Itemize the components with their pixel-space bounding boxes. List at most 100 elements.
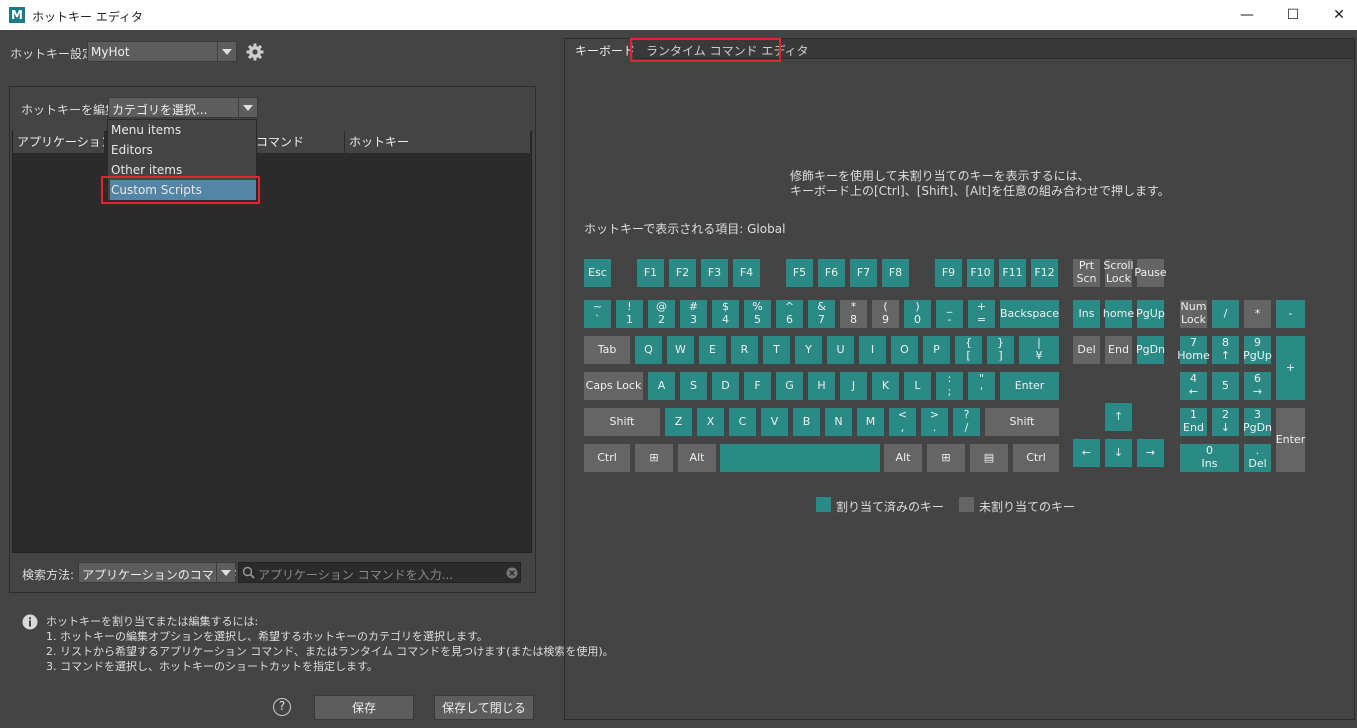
save-button[interactable]: 保存 — [314, 695, 414, 720]
key-kp8[interactable]: 8 ↑ — [1212, 336, 1239, 364]
key-pgup[interactable]: PgUp — [1136, 300, 1165, 328]
key-f8[interactable]: F8 — [882, 259, 909, 287]
key-n9[interactable]: ( 9 — [872, 300, 899, 328]
key-kpplus[interactable]: + — [1276, 336, 1305, 400]
key-k[interactable]: K — [872, 372, 899, 400]
key-scrolllock[interactable]: Scroll Lock — [1103, 259, 1134, 287]
key-kp5[interactable]: 5 — [1212, 372, 1239, 400]
key-n3[interactable]: # 3 — [680, 300, 707, 328]
key-n1[interactable]: ! 1 — [616, 300, 643, 328]
key-e[interactable]: E — [699, 336, 726, 364]
key-equal[interactable]: + = — [968, 300, 995, 328]
key-semi[interactable]: : ; — [936, 372, 963, 400]
key-n8[interactable]: * 8 — [840, 300, 867, 328]
key-up[interactable]: ↑ — [1105, 403, 1132, 431]
key-o[interactable]: O — [891, 336, 918, 364]
key-rwin[interactable]: ⊞ — [927, 444, 965, 472]
key-right[interactable]: → — [1137, 439, 1164, 467]
key-f6[interactable]: F6 — [818, 259, 845, 287]
key-n[interactable]: N — [825, 408, 852, 436]
minimize-button[interactable]: — — [1224, 0, 1270, 30]
key-n0[interactable]: ) 0 — [904, 300, 931, 328]
key-kp2[interactable]: 2 ↓ — [1212, 408, 1239, 436]
key-comma[interactable]: < , — [889, 408, 916, 436]
key-x[interactable]: X — [697, 408, 724, 436]
clear-icon[interactable] — [506, 567, 518, 579]
key-kp3[interactable]: 3 PgDn — [1243, 408, 1272, 436]
key-minus[interactable]: _ - — [936, 300, 963, 328]
key-f9[interactable]: F9 — [935, 259, 962, 287]
key-u[interactable]: U — [827, 336, 854, 364]
key-f10[interactable]: F10 — [967, 259, 994, 287]
key-l[interactable]: L — [904, 372, 931, 400]
key-q[interactable]: Q — [635, 336, 662, 364]
key-z[interactable]: Z — [665, 408, 692, 436]
key-t[interactable]: T — [763, 336, 790, 364]
key-m[interactable]: M — [857, 408, 884, 436]
key-s[interactable]: S — [680, 372, 707, 400]
key-down[interactable]: ↓ — [1105, 439, 1132, 467]
key-r[interactable]: R — [731, 336, 758, 364]
hotkey-set-select[interactable]: MyHot — [87, 41, 237, 62]
key-numlock[interactable]: Num Lock — [1180, 300, 1207, 328]
key-ins[interactable]: Ins — [1073, 300, 1100, 328]
key-kpenter[interactable]: Enter — [1276, 408, 1305, 472]
gear-icon[interactable] — [245, 42, 265, 62]
key-lbrace[interactable]: { [ — [955, 336, 982, 364]
column-header-application[interactable]: アプリケーションのコ — [13, 131, 105, 153]
dropdown-item-editors[interactable]: Editors — [110, 140, 256, 160]
key-kp1[interactable]: 1 End — [1180, 408, 1207, 436]
key-a[interactable]: A — [648, 372, 675, 400]
key-j[interactable]: J — [840, 372, 867, 400]
key-backspace[interactable]: Backspace — [1000, 300, 1059, 328]
key-lshift[interactable]: Shift — [584, 408, 660, 436]
key-kpdot[interactable]: . Del — [1244, 444, 1271, 472]
column-header-command[interactable]: コマンド — [253, 131, 345, 153]
key-menu[interactable]: ▤ — [970, 444, 1008, 472]
key-lalt[interactable]: Alt — [678, 444, 716, 472]
key-prtscn[interactable]: Prt Scn — [1073, 259, 1100, 287]
maximize-button[interactable]: ☐ — [1270, 0, 1316, 30]
key-n4[interactable]: $ 4 — [712, 300, 739, 328]
key-tilde[interactable]: ~ ` — [584, 300, 611, 328]
key-y[interactable]: Y — [795, 336, 822, 364]
help-button[interactable]: ? — [273, 698, 291, 716]
key-kp9[interactable]: 9 PgUp — [1243, 336, 1272, 364]
key-enter[interactable]: Enter — [1000, 372, 1059, 400]
key-kp6[interactable]: 6 → — [1244, 372, 1271, 400]
key-pause[interactable]: Pause — [1134, 259, 1167, 287]
key-lctrl[interactable]: Ctrl — [584, 444, 630, 472]
key-capslock[interactable]: Caps Lock — [584, 372, 643, 400]
key-f7[interactable]: F7 — [850, 259, 877, 287]
key-kp4[interactable]: 4 ← — [1180, 372, 1207, 400]
key-w[interactable]: W — [667, 336, 694, 364]
column-header-hotkey[interactable]: ホットキー — [345, 131, 531, 153]
key-rctrl[interactable]: Ctrl — [1013, 444, 1059, 472]
key-pipe[interactable]: | ¥ — [1019, 336, 1059, 364]
key-tab[interactable]: Tab — [584, 336, 630, 364]
key-quote[interactable]: " ' — [968, 372, 995, 400]
key-b[interactable]: B — [793, 408, 820, 436]
key-left[interactable]: ← — [1073, 439, 1100, 467]
key-home[interactable]: home — [1103, 300, 1134, 328]
tab-keyboard[interactable]: キーボード — [575, 42, 635, 59]
key-i[interactable]: I — [859, 336, 886, 364]
key-f2[interactable]: F2 — [669, 259, 696, 287]
key-f[interactable]: F — [744, 372, 771, 400]
key-g[interactable]: G — [776, 372, 803, 400]
key-f1[interactable]: F1 — [637, 259, 664, 287]
key-n7[interactable]: & 7 — [808, 300, 835, 328]
key-slash[interactable]: ? / — [953, 408, 980, 436]
key-c[interactable]: C — [729, 408, 756, 436]
key-kpslash[interactable]: / — [1212, 300, 1239, 328]
key-d[interactable]: D — [712, 372, 739, 400]
command-list[interactable] — [12, 131, 532, 553]
key-f12[interactable]: F12 — [1031, 259, 1058, 287]
key-f5[interactable]: F5 — [786, 259, 813, 287]
key-p[interactable]: P — [923, 336, 950, 364]
key-f11[interactable]: F11 — [999, 259, 1026, 287]
key-h[interactable]: H — [808, 372, 835, 400]
key-n5[interactable]: % 5 — [744, 300, 771, 328]
search-input[interactable]: アプリケーション コマンドを入力... — [238, 562, 521, 583]
key-v[interactable]: V — [761, 408, 788, 436]
